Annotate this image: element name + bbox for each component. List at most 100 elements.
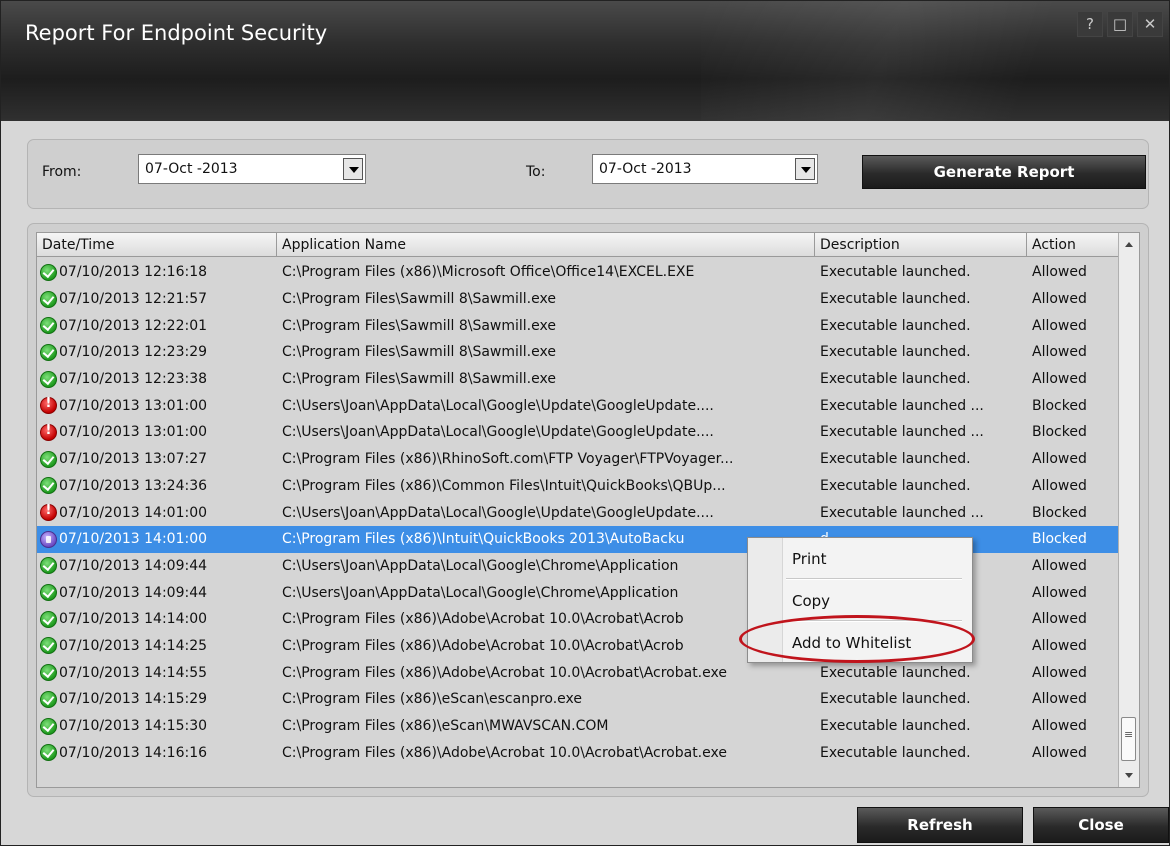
cell-action: Allowed — [1032, 691, 1087, 708]
table-row[interactable]: 07/10/2013 12:16:18 C:\Program Files (x86… — [37, 259, 1119, 286]
help-button[interactable]: ? — [1077, 11, 1103, 37]
datetime-text: 07/10/2013 14:15:29 — [59, 691, 208, 708]
from-date-select[interactable]: 07-Oct -2013 — [138, 154, 366, 184]
table-row[interactable]: 07/10/2013 14:15:30 C:\Program Files (x86… — [37, 713, 1119, 740]
window-title: Report For Endpoint Security — [25, 21, 328, 45]
cell-datetime: 07/10/2013 12:23:38 — [37, 370, 277, 388]
cell-application: C:\Users\Joan\AppData\Local\Google\Updat… — [282, 504, 714, 521]
table-row[interactable]: 07/10/2013 12:21:57 C:\Program Files\Sawm… — [37, 286, 1119, 313]
check-circle-icon — [40, 263, 57, 281]
cell-action: Allowed — [1032, 451, 1087, 468]
datetime-text: 07/10/2013 14:15:30 — [59, 718, 208, 735]
datetime-text: 07/10/2013 14:09:44 — [59, 557, 208, 574]
table-row[interactable]: 07/10/2013 13:01:00 C:\Users\Joan\AppData… — [37, 392, 1119, 419]
check-circle-icon — [40, 664, 57, 682]
cell-application: C:\Program Files (x86)\Adobe\Acrobat 10.… — [282, 611, 684, 628]
refresh-button[interactable]: Refresh — [857, 807, 1023, 843]
table-row[interactable]: 07/10/2013 14:15:29 C:\Program Files (x86… — [37, 686, 1119, 713]
column-header-action[interactable]: Action — [1027, 233, 1119, 257]
cell-application: C:\Program Files (x86)\Adobe\Acrobat 10.… — [282, 637, 684, 654]
table-row[interactable]: 07/10/2013 12:22:01 C:\Program Files\Sawm… — [37, 312, 1119, 339]
cell-application: C:\Program Files (x86)\eScan\escanpro.ex… — [282, 691, 583, 708]
from-date-value: 07-Oct -2013 — [145, 161, 238, 177]
datetime-text: 07/10/2013 14:14:00 — [59, 611, 208, 628]
datetime-text: 07/10/2013 14:14:55 — [59, 664, 208, 681]
datetime-text: 07/10/2013 12:21:57 — [59, 291, 208, 308]
scroll-down-icon[interactable] — [1119, 765, 1139, 787]
table-row[interactable]: 07/10/2013 14:14:55 C:\Program Files (x86… — [37, 659, 1119, 686]
cell-description: Executable launched. — [820, 744, 971, 761]
close-button[interactable]: Close — [1033, 807, 1169, 843]
cell-description: Executable launched. — [820, 264, 971, 281]
check-circle-icon — [40, 610, 57, 628]
chevron-down-icon[interactable] — [343, 158, 363, 180]
context-menu-copy[interactable]: Copy — [792, 592, 830, 610]
cell-action: Allowed — [1032, 557, 1087, 574]
exclamation-circle-icon — [40, 504, 57, 522]
cell-datetime: 07/10/2013 14:01:00 — [37, 504, 277, 522]
cell-action: Allowed — [1032, 264, 1087, 281]
cell-action: Allowed — [1032, 371, 1087, 388]
datetime-text: 07/10/2013 12:23:38 — [59, 371, 208, 388]
table-row[interactable]: 07/10/2013 13:01:00 C:\Users\Joan\AppData… — [37, 419, 1119, 446]
chevron-down-icon[interactable] — [795, 158, 815, 180]
to-date-select[interactable]: 07-Oct -2013 — [592, 154, 818, 184]
column-header-application[interactable]: Application Name — [277, 233, 815, 257]
cell-datetime: 07/10/2013 14:01:00 — [37, 530, 277, 548]
scroll-thumb[interactable] — [1121, 717, 1136, 761]
exclamation-circle-icon — [40, 397, 57, 415]
window-controls: ? □ ✕ — [1073, 11, 1163, 37]
close-window-button[interactable]: ✕ — [1137, 11, 1163, 37]
table-row[interactable]: 07/10/2013 12:23:29 C:\Program Files\Sawm… — [37, 339, 1119, 366]
cell-action: Blocked — [1032, 504, 1087, 521]
context-menu-print[interactable]: Print — [792, 550, 827, 568]
to-label: To: — [526, 164, 546, 180]
check-circle-icon — [40, 477, 57, 495]
cell-datetime: 07/10/2013 14:09:44 — [37, 584, 277, 602]
cell-action: Allowed — [1032, 291, 1087, 308]
cell-description: Executable launched. — [820, 291, 971, 308]
column-header-datetime[interactable]: Date/Time — [37, 233, 277, 257]
table-row[interactable]: 07/10/2013 14:16:16 C:\Program Files (x86… — [37, 739, 1119, 766]
datetime-text: 07/10/2013 12:22:01 — [59, 317, 208, 334]
column-header-description[interactable]: Description — [815, 233, 1027, 257]
cell-datetime: 07/10/2013 13:01:00 — [37, 423, 277, 441]
check-circle-icon — [40, 690, 57, 708]
datetime-text: 07/10/2013 12:16:18 — [59, 264, 208, 281]
cell-action: Allowed — [1032, 718, 1087, 735]
check-circle-icon — [40, 637, 57, 655]
datetime-text: 07/10/2013 14:01:00 — [59, 504, 208, 521]
cell-application: C:\Program Files (x86)\eScan\MWAVSCAN.CO… — [282, 718, 609, 735]
cell-datetime: 07/10/2013 14:16:16 — [37, 744, 277, 762]
cell-application: C:\Program Files\Sawmill 8\Sawmill.exe — [282, 291, 556, 308]
exclamation-circle-icon — [40, 423, 57, 441]
cell-application: C:\Program Files (x86)\Intuit\QuickBooks… — [282, 531, 685, 548]
cell-action: Blocked — [1032, 531, 1087, 548]
scroll-up-icon[interactable] — [1119, 233, 1139, 255]
table-row[interactable]: 07/10/2013 14:01:00 C:\Users\Joan\AppData… — [37, 499, 1119, 526]
report-window: Report For Endpoint Security ? □ ✕ From:… — [0, 0, 1170, 846]
check-circle-icon — [40, 317, 57, 335]
vertical-scrollbar[interactable] — [1118, 233, 1139, 787]
cell-action: Allowed — [1032, 744, 1087, 761]
cell-description: Executable launched. — [820, 451, 971, 468]
cell-application: C:\Users\Joan\AppData\Local\Google\Updat… — [282, 397, 714, 414]
cell-description: Executable launched ... — [820, 397, 984, 414]
cell-datetime: 07/10/2013 14:14:25 — [37, 637, 277, 655]
datetime-text: 07/10/2013 14:01:00 — [59, 531, 208, 548]
cell-description: Executable launched. — [820, 691, 971, 708]
datetime-text: 07/10/2013 13:01:00 — [59, 397, 208, 414]
check-circle-icon — [40, 290, 57, 308]
table-row[interactable]: 07/10/2013 13:24:36 C:\Program Files (x86… — [37, 473, 1119, 500]
cell-application: C:\Users\Joan\AppData\Local\Google\Updat… — [282, 424, 714, 441]
generate-report-button[interactable]: Generate Report — [862, 155, 1146, 189]
datetime-text: 07/10/2013 12:23:29 — [59, 344, 208, 361]
cell-datetime: 07/10/2013 12:16:18 — [37, 263, 277, 281]
maximize-button[interactable]: □ — [1107, 11, 1133, 37]
table-row[interactable]: 07/10/2013 13:07:27 C:\Program Files (x86… — [37, 446, 1119, 473]
cell-datetime: 07/10/2013 14:15:29 — [37, 690, 277, 708]
cell-application: C:\Program Files (x86)\Adobe\Acrobat 10.… — [282, 744, 727, 761]
table-row[interactable]: 07/10/2013 12:23:38 C:\Program Files\Sawm… — [37, 366, 1119, 393]
check-circle-icon — [40, 744, 57, 762]
filter-panel: From: 07-Oct -2013 To: 07-Oct -2013 Gene… — [27, 139, 1149, 209]
